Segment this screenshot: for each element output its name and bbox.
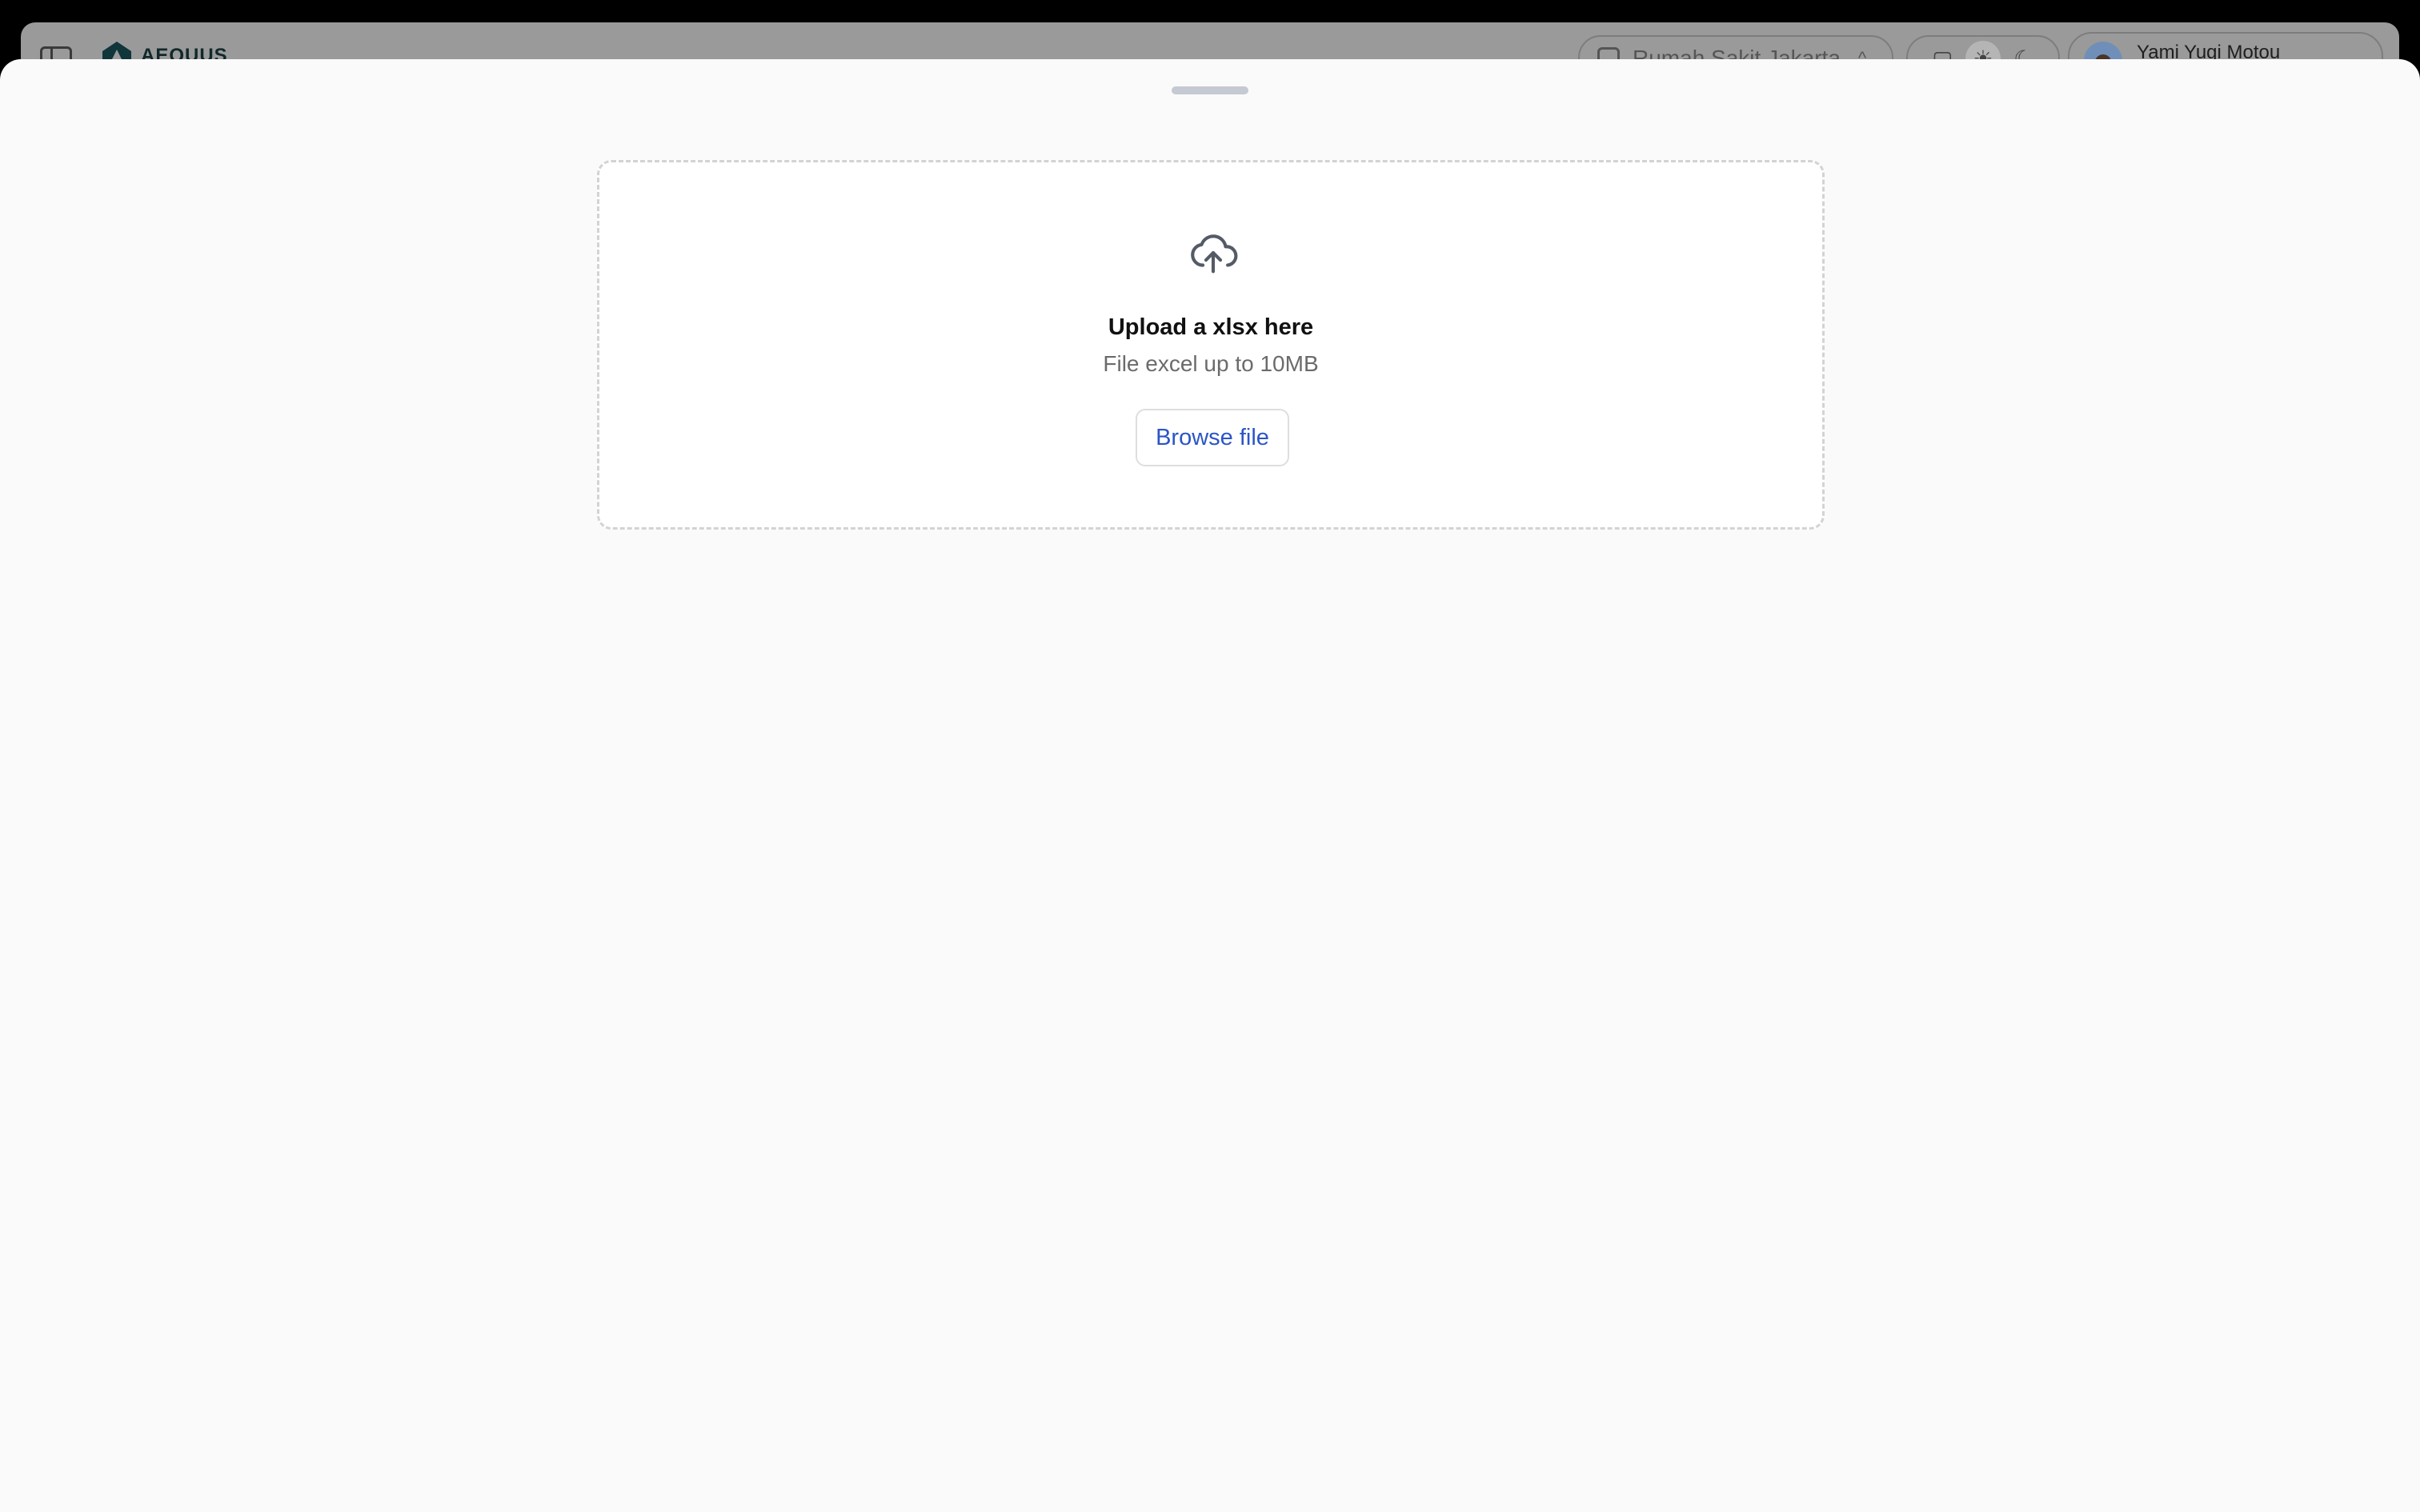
browse-file-button[interactable]: Browse file (1136, 409, 1289, 466)
upload-subtitle: File excel up to 10MB (1103, 351, 1319, 376)
cloud-upload-icon (1191, 234, 1238, 274)
upload-title: Upload a xlsx here (1108, 314, 1314, 340)
drag-handle[interactable] (1172, 86, 1248, 94)
upload-sheet: Upload a xlsx here File excel up to 10MB… (0, 59, 2420, 1512)
file-dropzone[interactable]: Upload a xlsx here File excel up to 10MB… (597, 160, 1825, 530)
